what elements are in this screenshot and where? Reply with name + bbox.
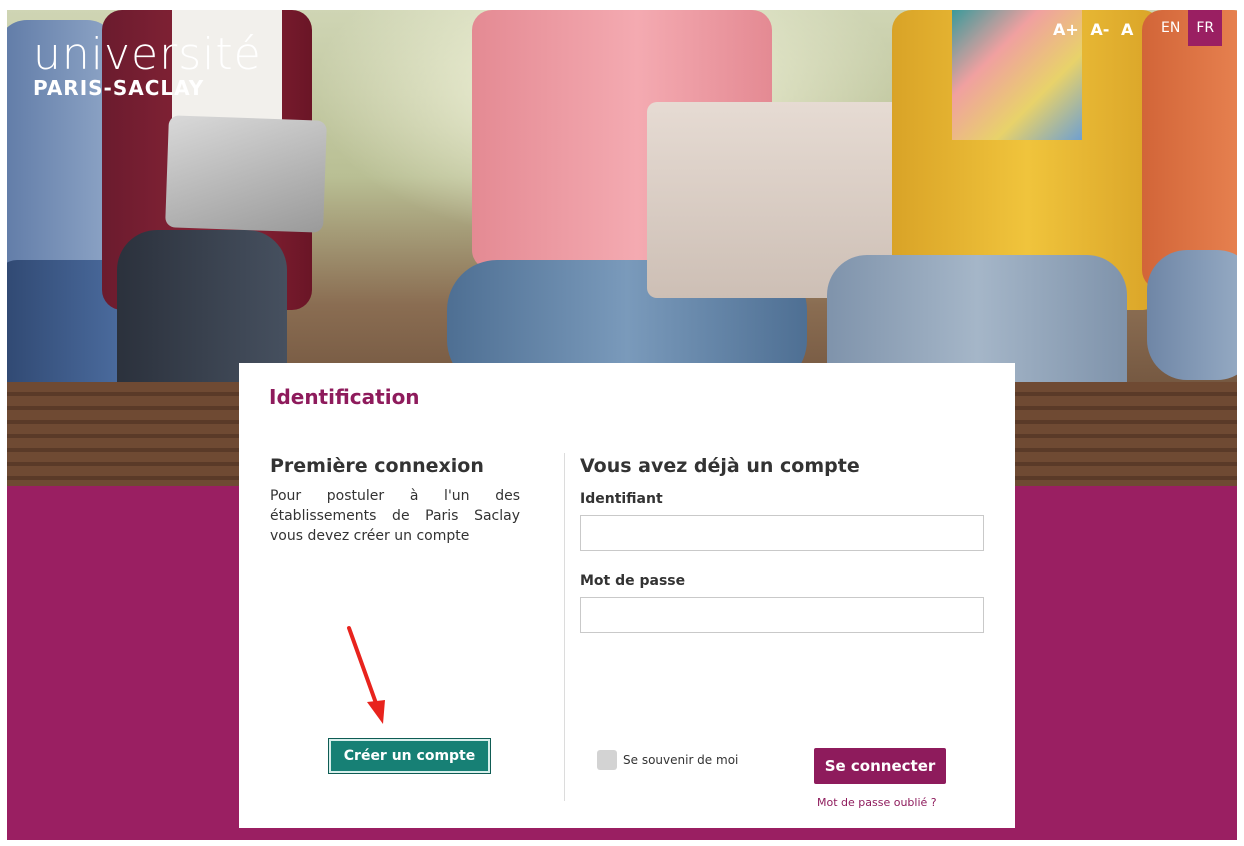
login-card: Identification Première connexion Pour p… [239, 363, 1015, 828]
create-account-button[interactable]: Créer un compte [328, 738, 491, 774]
column-divider [564, 453, 565, 801]
first-login-description: Pour postuler à l'un des établissements … [270, 488, 520, 544]
language-switcher: EN FR [1153, 10, 1223, 46]
identifier-input[interactable] [580, 515, 984, 551]
text-size-controls: A+ A- A [1053, 20, 1139, 39]
existing-account-section: Vous avez déjà un compte Identifiant Mot… [580, 455, 990, 633]
remember-me-checkbox[interactable] [597, 750, 617, 770]
photo-person-5 [1142, 10, 1237, 290]
first-login-section: Première connexion Pour postuler à l'un … [270, 455, 520, 546]
photo-person-5-legs [1147, 250, 1237, 380]
existing-account-heading: Vous avez déjà un compte [580, 455, 860, 477]
lang-fr[interactable]: FR [1188, 10, 1223, 46]
text-size-decrease[interactable]: A- [1090, 20, 1109, 39]
lang-en[interactable]: EN [1153, 10, 1188, 46]
login-button[interactable]: Se connecter [814, 748, 946, 784]
red-arrow-annotation-icon [347, 626, 385, 724]
page-viewport: université PARIS-SACLAY A+ A- A EN FR Id… [7, 10, 1237, 840]
identifier-label: Identifiant [580, 491, 663, 507]
photo-tablet [165, 115, 327, 233]
remember-me-label: Se souvenir de moi [623, 753, 739, 767]
forgot-password-link[interactable]: Mot de passe oublié ? [817, 796, 937, 809]
password-input[interactable] [580, 597, 984, 633]
university-logo[interactable]: université PARIS-SACLAY [33, 29, 262, 101]
first-login-heading: Première connexion [270, 455, 484, 477]
password-label: Mot de passe [580, 573, 686, 589]
text-size-increase[interactable]: A+ [1053, 20, 1079, 39]
text-size-reset[interactable]: A [1121, 20, 1133, 39]
card-title: Identification [269, 385, 420, 409]
logo-word: université [33, 29, 262, 80]
remember-me[interactable]: Se souvenir de moi [597, 750, 738, 770]
